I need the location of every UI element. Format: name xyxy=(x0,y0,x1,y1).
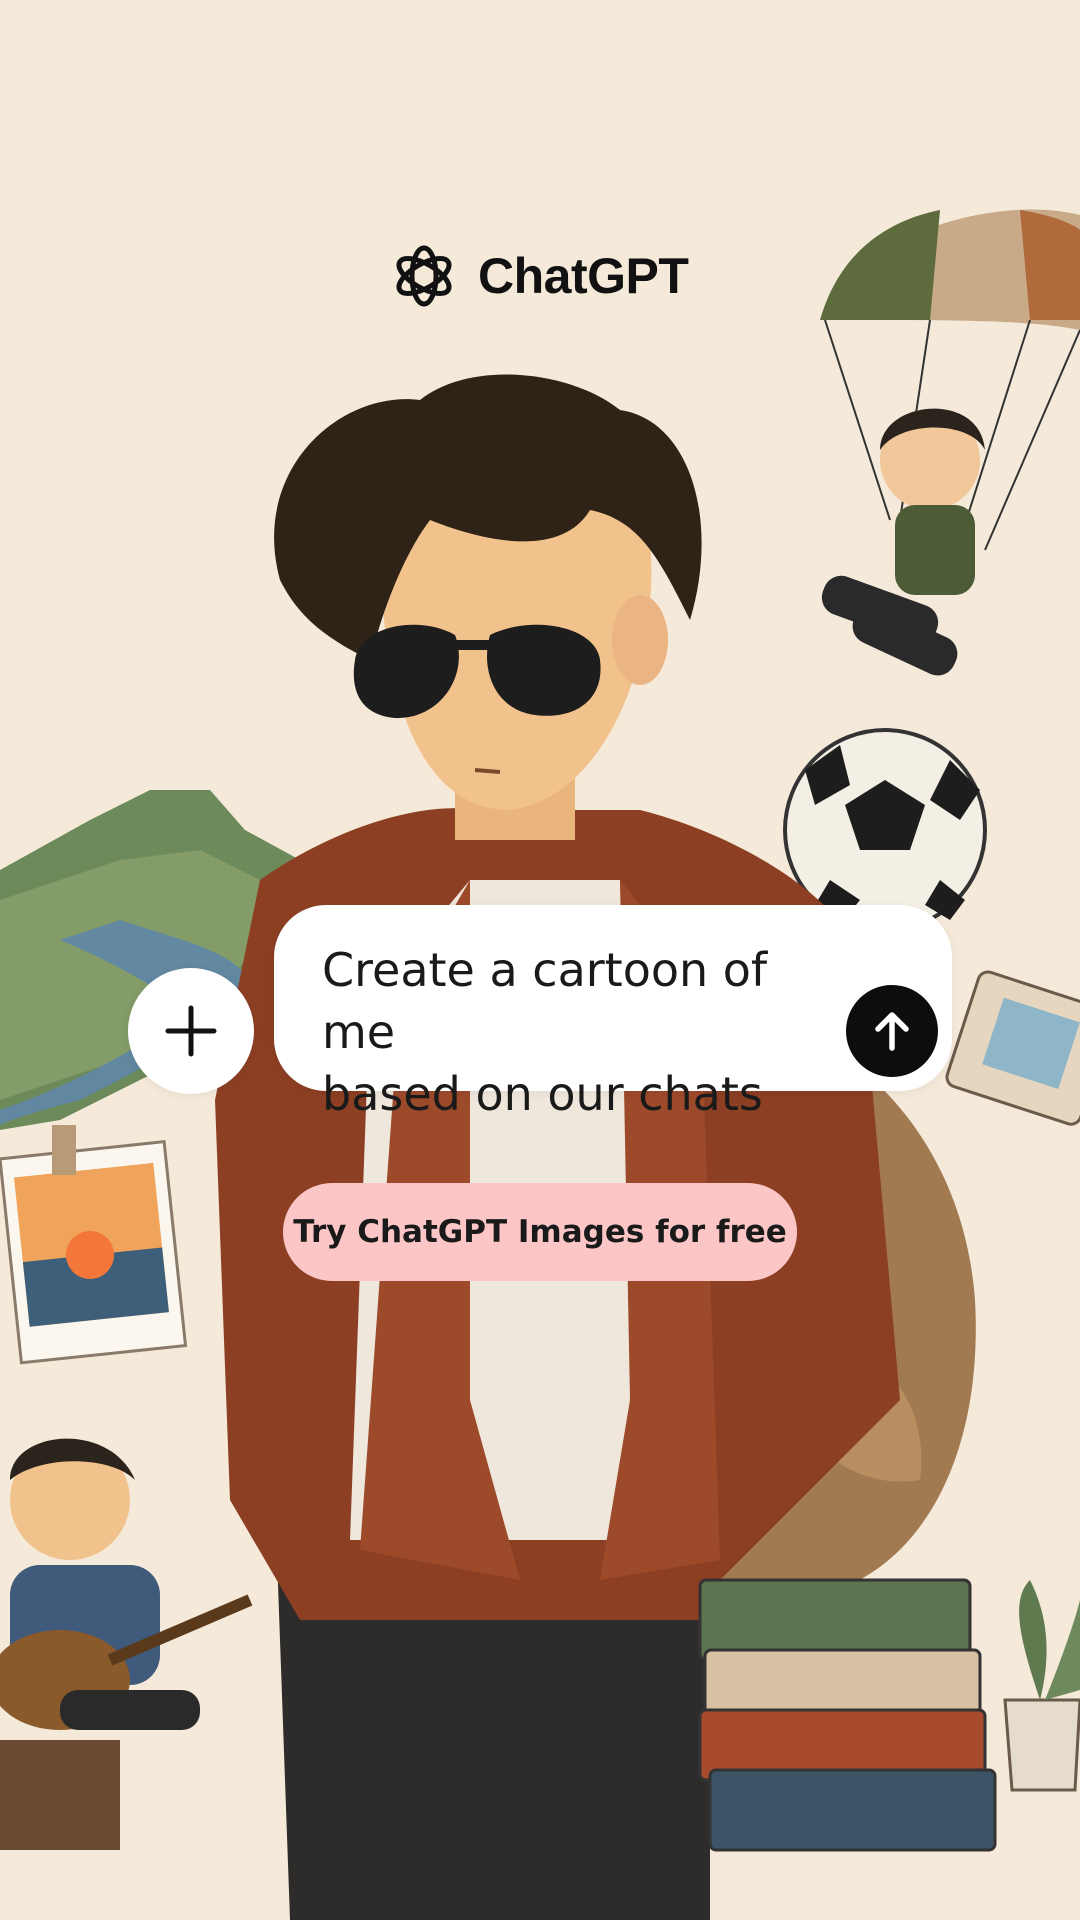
plus-icon xyxy=(165,1005,217,1057)
parachute-character xyxy=(820,209,1080,676)
brand-name: ChatGPT xyxy=(478,248,689,304)
send-button[interactable] xyxy=(846,985,938,1077)
brand-header: ChatGPT xyxy=(388,240,689,312)
openai-logo-icon xyxy=(396,245,452,307)
prompt-input-card[interactable]: Create a cartoon of me based on our chat… xyxy=(274,905,952,1121)
polaroid-photo xyxy=(0,1125,188,1365)
prompt-text[interactable]: Create a cartoon of me based on our chat… xyxy=(322,939,842,1125)
try-images-button[interactable]: Try ChatGPT Images for free xyxy=(283,1183,797,1281)
guitar-character xyxy=(0,1438,253,1850)
prompt-line-1: Create a cartoon of me xyxy=(322,943,768,1059)
potted-plant xyxy=(1003,1580,1080,1792)
prompt-line-2: based on our chats xyxy=(322,1067,763,1121)
book-stack xyxy=(698,1578,997,1852)
notebook xyxy=(945,970,1080,1126)
add-button[interactable] xyxy=(128,968,254,1094)
arrow-up-icon xyxy=(875,1012,909,1051)
